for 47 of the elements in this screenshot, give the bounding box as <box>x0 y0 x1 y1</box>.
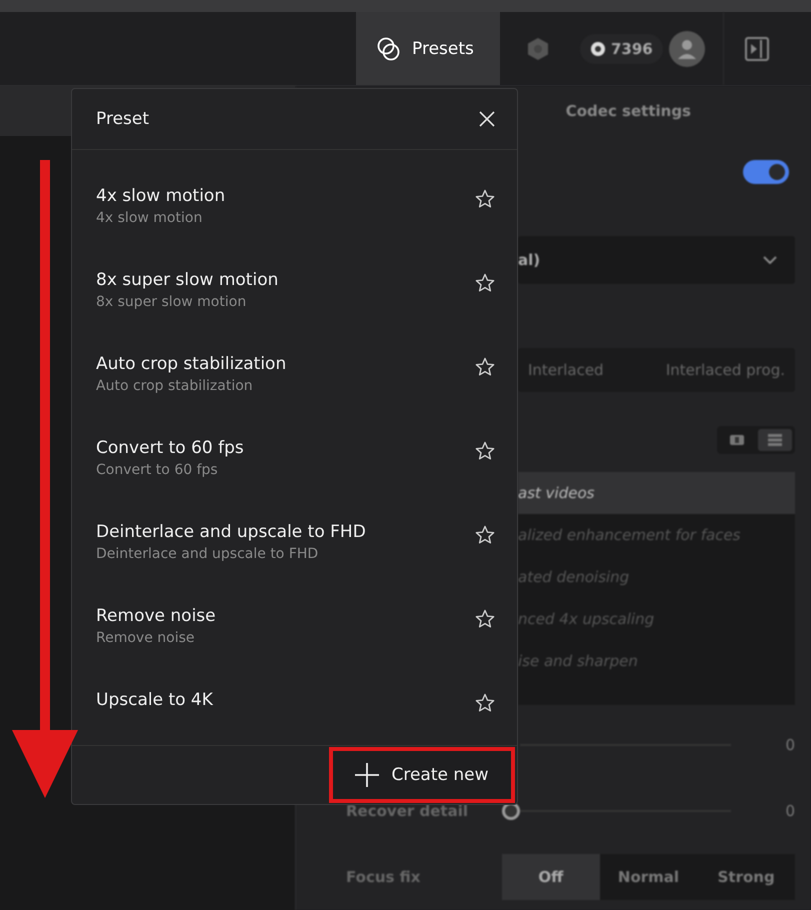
preset-name[interactable]: 8x super slow motion <box>96 270 278 290</box>
circles-icon <box>376 36 402 62</box>
star-icon[interactable] <box>475 189 495 209</box>
close-button[interactable] <box>479 111 495 127</box>
preset-name[interactable]: Remove noise <box>96 606 216 626</box>
coin-icon <box>590 40 606 56</box>
list-view-icon <box>767 433 783 447</box>
slider-value: 0 <box>784 736 795 754</box>
field-label: Focus fix <box>346 868 422 886</box>
preset-description: Deinterlace and upscale to FHD <box>96 546 320 562</box>
create-new-button[interactable]: Create new <box>329 747 515 803</box>
star-icon[interactable] <box>475 525 495 545</box>
dropdown-value: al) <box>518 251 540 269</box>
presets-button[interactable]: Presets <box>356 12 500 85</box>
star-icon[interactable] <box>475 609 495 629</box>
preset-name[interactable]: Auto crop stabilization <box>96 354 286 374</box>
segment-option[interactable]: Normal <box>600 854 698 900</box>
tab[interactable]: Codec settings <box>566 102 691 120</box>
slider-value: 0 <box>784 802 795 820</box>
star-icon[interactable] <box>475 273 495 293</box>
panel-icon[interactable] <box>744 36 770 62</box>
grid-view-icon <box>729 434 745 446</box>
star-icon[interactable] <box>475 693 495 713</box>
avatar-icon[interactable] <box>668 30 705 66</box>
toggle-switch[interactable] <box>743 160 789 184</box>
credits-badge: 7396 <box>580 34 663 64</box>
star-icon[interactable] <box>475 441 495 461</box>
segment-option[interactable]: Off <box>502 854 600 900</box>
preset-name[interactable]: Convert to 60 fps <box>96 438 244 458</box>
preset-description: Convert to 60 fps <box>96 462 219 478</box>
slider-label: Recover detail <box>346 802 469 820</box>
preset-name[interactable]: Deinterlace and upscale to FHD <box>96 522 366 542</box>
preset-description: Auto crop stabilization <box>96 378 254 394</box>
preset-description: Remove noise <box>96 630 196 646</box>
view-toggle-button[interactable] <box>758 429 792 451</box>
chevron-icon <box>763 256 777 264</box>
preset-name[interactable]: 4x slow motion <box>96 186 226 206</box>
dropdown[interactable]: al) <box>518 236 795 284</box>
preset-description: 4x slow motion <box>96 210 204 226</box>
preset-description: 8x super slow motion <box>96 294 248 310</box>
segment-option[interactable]: Strong <box>697 854 796 900</box>
popup-title: Preset <box>96 109 150 129</box>
plus-icon <box>355 763 380 787</box>
star-icon[interactable] <box>475 357 495 377</box>
list-item[interactable]: ast videos <box>518 472 795 514</box>
close-icon <box>479 111 495 127</box>
preset-name[interactable]: Upscale to 4K <box>96 690 213 710</box>
